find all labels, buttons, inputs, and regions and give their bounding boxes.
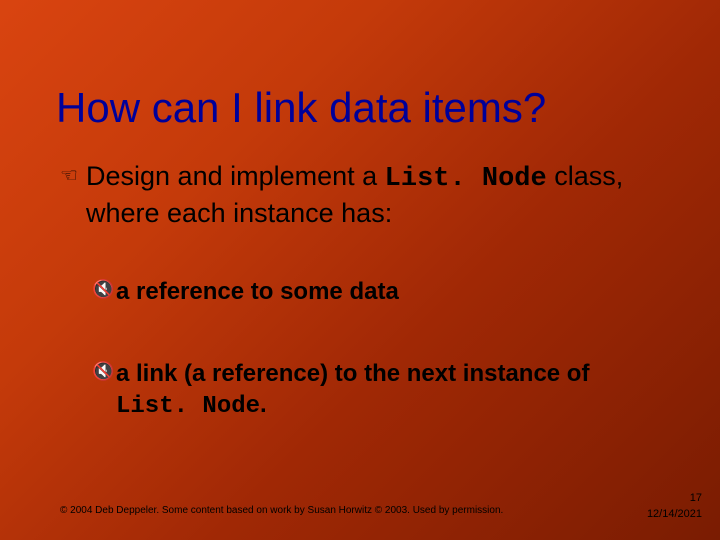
speaker-icon: 🔇 [92,360,114,383]
bullet2b-text-post: . [260,391,267,418]
bullet1-code: List. Node [385,164,547,194]
speaker-icon: 🔇 [92,278,114,301]
slide-title: How can I link data items? [56,84,546,132]
slide: How can I link data items? ☜ Design and … [0,0,720,540]
bullet-level2: 🔇 a reference to some data [116,276,660,307]
bullet-level2: 🔇 a link (a reference) to the next insta… [116,358,660,422]
slide-date: 12/14/2021 [647,508,702,520]
page-number: 17 [690,492,702,504]
footer-copyright: © 2004 Deb Deppeler. Some content based … [60,505,503,516]
bullet2b-code: List. Node [116,393,260,420]
bullet1-text-pre: Design and implement a [86,161,385,191]
bullet-level1: ☜ Design and implement a List. Node clas… [86,160,660,231]
hand-pointer-icon: ☜ [60,164,78,189]
bullet2a-text: a reference to some data [116,278,399,305]
bullet2b-text-pre: a link (a reference) to the next instanc… [116,360,589,387]
